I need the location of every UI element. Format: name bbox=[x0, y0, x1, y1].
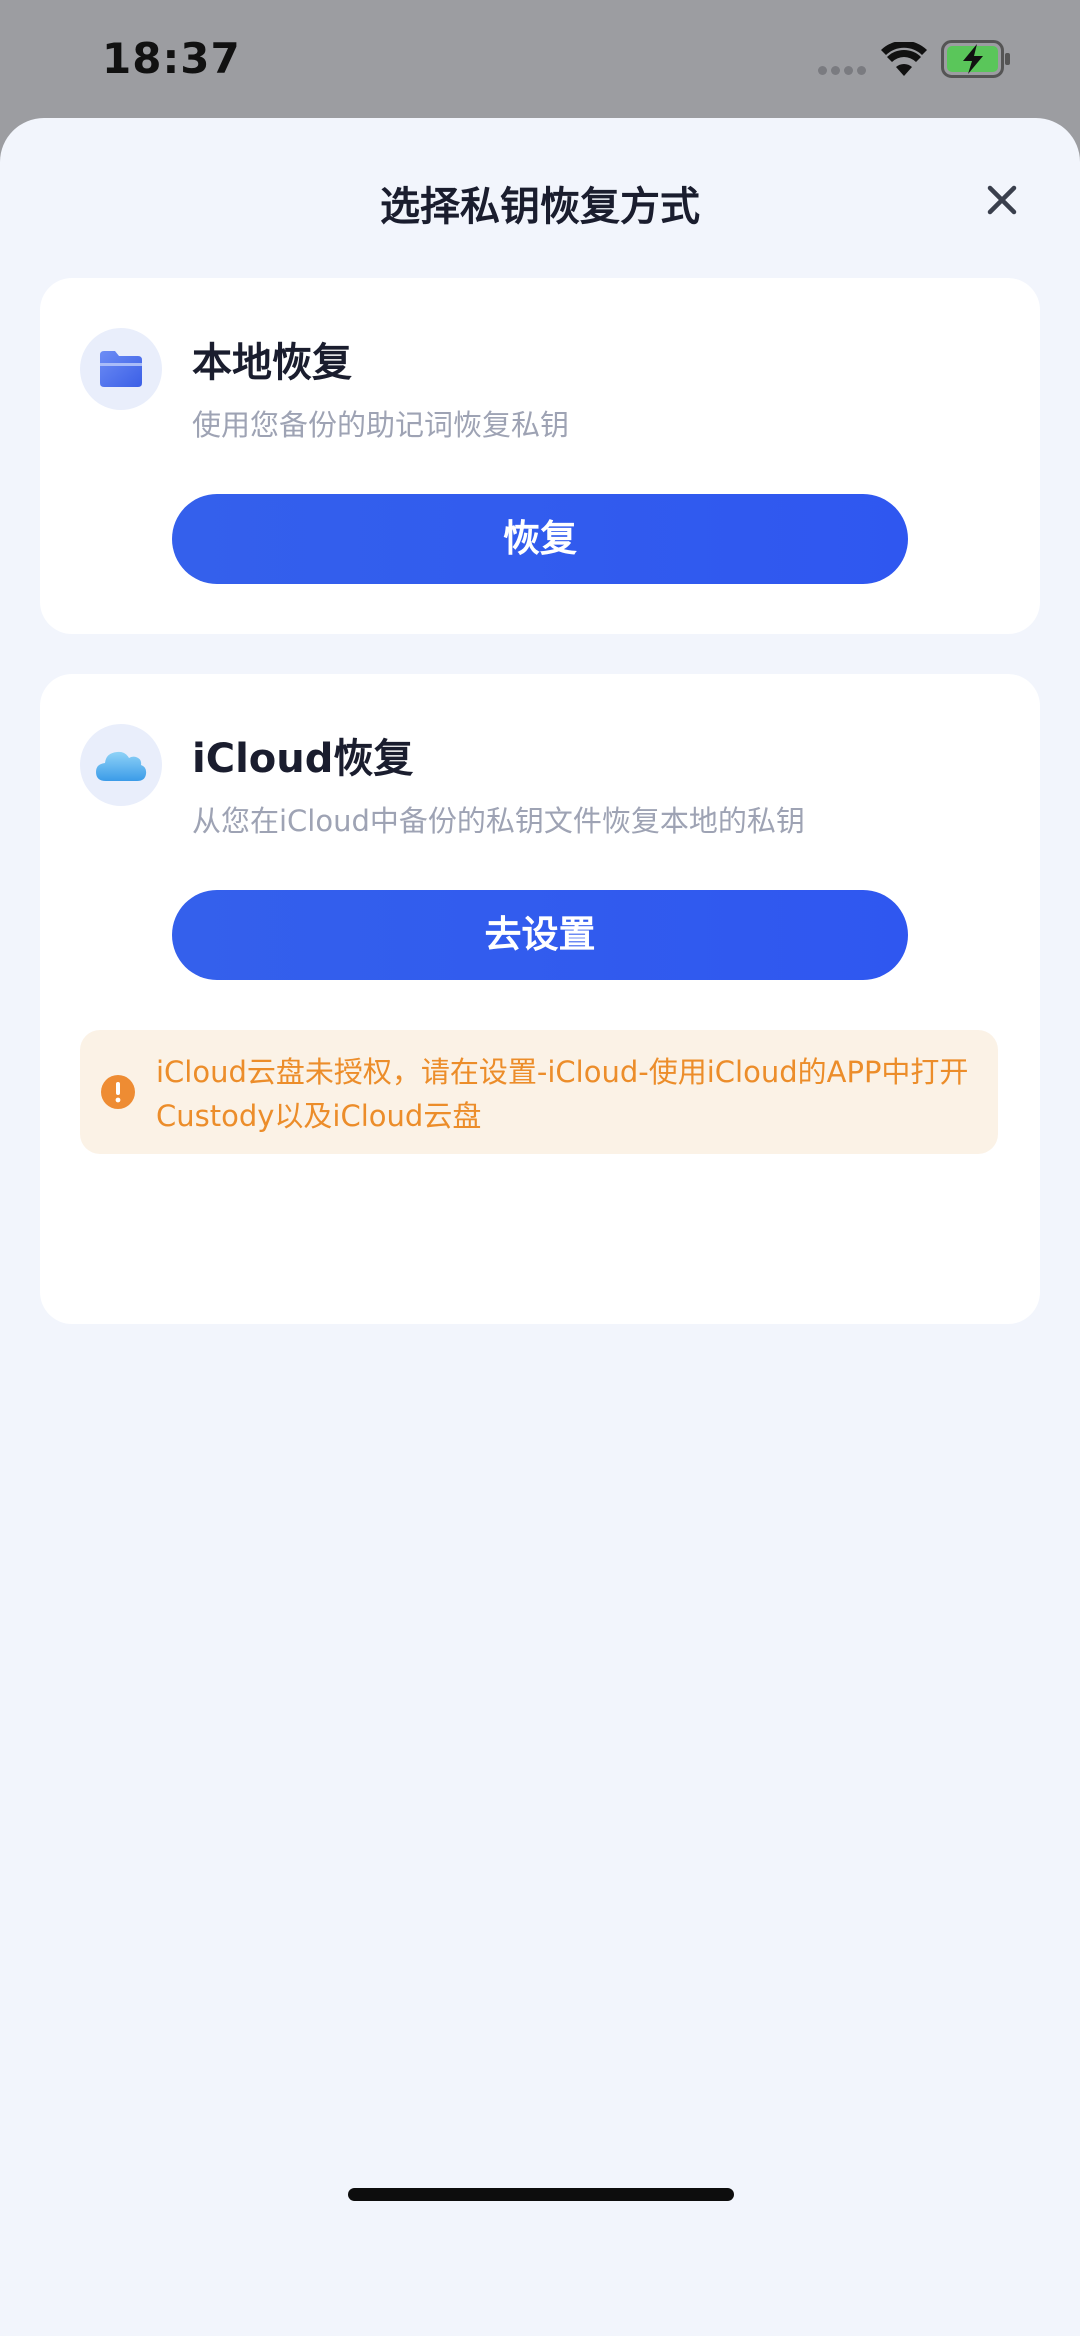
icloud-restore-icon-wrap bbox=[80, 724, 162, 806]
status-bar: 18:37 bbox=[0, 0, 1080, 118]
icloud-restore-card: iCloud恢复 从您在iCloud中备份的私钥文件恢复本地的私钥 去设置 iC… bbox=[40, 674, 1040, 1324]
close-icon bbox=[987, 185, 1017, 215]
go-settings-button[interactable]: 去设置 bbox=[172, 890, 908, 980]
signal-dots-icon bbox=[818, 66, 870, 76]
folder-icon bbox=[100, 351, 142, 387]
wifi-icon bbox=[881, 42, 927, 76]
home-indicator bbox=[348, 2188, 734, 2201]
icloud-warning-notice: iCloud云盘未授权，请在设置-iCloud-使用iCloud的APP中打开 … bbox=[80, 1030, 998, 1154]
local-restore-card: 本地恢复 使用您备份的助记词恢复私钥 恢复 bbox=[40, 278, 1040, 634]
icloud-restore-title: iCloud恢复 bbox=[192, 736, 414, 782]
icloud-restore-description: 从您在iCloud中备份的私钥文件恢复本地的私钥 bbox=[192, 804, 805, 838]
restore-button[interactable]: 恢复 bbox=[172, 494, 908, 584]
status-time: 18:37 bbox=[102, 34, 241, 83]
battery-charging-icon bbox=[941, 40, 1010, 78]
sheet-title: 选择私钥恢复方式 bbox=[380, 184, 700, 230]
restore-method-sheet: 选择私钥恢复方式 本地恢复 使用您备份的助记词恢复私钥 恢复 iCloud恢复 … bbox=[0, 118, 1080, 2336]
close-button[interactable] bbox=[976, 174, 1028, 226]
cloud-icon bbox=[96, 751, 147, 781]
local-restore-description: 使用您备份的助记词恢复私钥 bbox=[192, 408, 570, 442]
local-restore-title: 本地恢复 bbox=[192, 340, 352, 386]
local-restore-icon-wrap bbox=[80, 328, 162, 410]
icloud-warning-text: iCloud云盘未授权，请在设置-iCloud-使用iCloud的APP中打开 … bbox=[156, 1055, 969, 1133]
exclamation-circle-icon bbox=[101, 1075, 135, 1109]
